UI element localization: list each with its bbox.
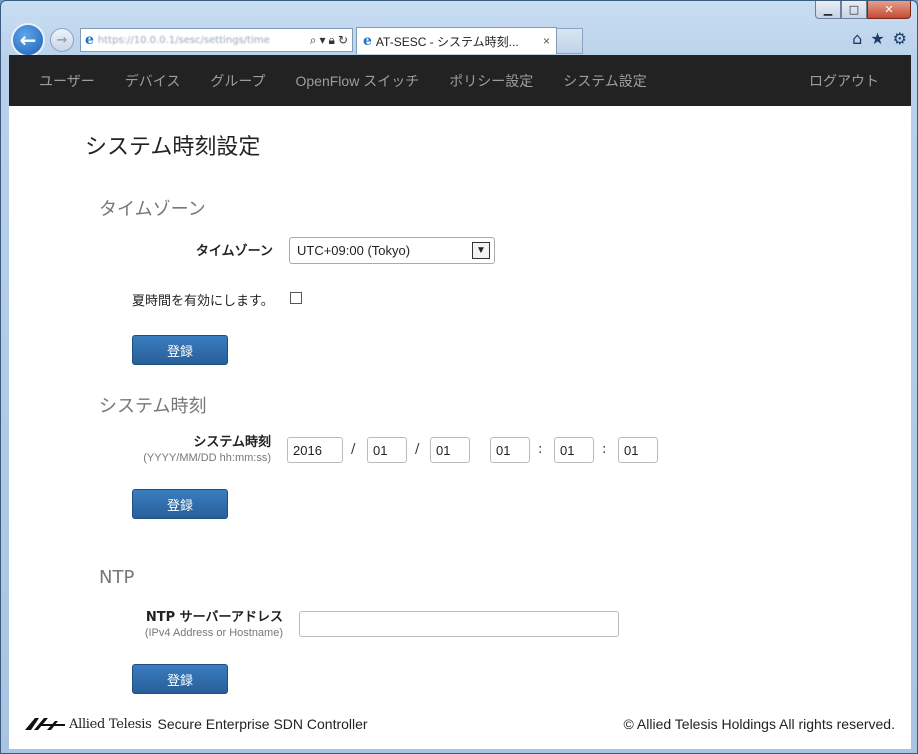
timezone-label: タイムゾーン [195,244,273,259]
systime-label: システム時刻 [193,435,271,450]
browser-tools: ⌂ ★ ⚙ [852,29,907,48]
page-viewport: ユーザー デバイス グループ OpenFlow スイッチ ポリシー設定 システム… [9,55,911,749]
timezone-selected-value: UTC+09:00 (Tokyo) [297,243,411,258]
favorites-star-icon[interactable]: ★ [870,29,884,48]
timezone-select[interactable]: UTC+09:00 (Tokyo) ▼ [289,237,495,264]
tab-title: AT-SESC - システム時刻... [375,34,519,49]
lock-icon[interactable]: 🔒︎ [329,33,335,48]
ntp-format-hint: (IPv4 Address or Hostname) [144,627,283,639]
maximize-button[interactable]: □ [841,1,867,19]
browser-window: ▁ □ ✕ ← → e https://10.0.0.1/sesc/settin… [0,0,918,754]
arrow-right-icon: → [56,32,68,48]
minute-input[interactable]: 01 [554,437,594,463]
home-icon[interactable]: ⌂ [852,29,862,48]
dst-checkbox[interactable] [290,292,302,304]
nav-item-users[interactable]: ユーザー [9,71,110,91]
copyright-text: © Allied Telesis Holdings All rights res… [623,716,895,732]
systime-submit-button[interactable]: 登録 [132,489,228,519]
arrow-left-icon: ← [19,28,37,52]
ntp-section-title: NTP [99,567,135,588]
ntp-submit-button[interactable]: 登録 [132,664,228,694]
close-window-button[interactable]: ✕ [867,1,911,19]
address-bar[interactable]: e https://10.0.0.1/sesc/settings/time ⌕ … [80,28,353,52]
page-title: システム時刻設定 [85,135,261,160]
close-tab-icon[interactable]: × [543,34,550,48]
day-input[interactable]: 01 [430,437,470,463]
dst-label: 夏時間を有効にします。 [132,294,274,309]
timezone-section-title: タイムゾーン [99,199,206,220]
ie-logo-icon: e [363,33,372,49]
logo-text: Allied Telesis [69,716,152,732]
ie-logo-icon: e [85,32,94,48]
nav-item-devices[interactable]: デバイス [110,71,196,91]
nav-item-openflow-switch[interactable]: OpenFlow スイッチ [281,71,435,91]
ntp-server-input[interactable] [299,611,619,637]
page-footer: Allied Telesis Secure Enterprise SDN Con… [9,709,911,739]
systime-section-title: システム時刻 [99,396,207,417]
allied-telesis-logo: Allied Telesis [25,717,152,732]
timezone-submit-button[interactable]: 登録 [132,335,228,365]
window-controls: ▁ □ ✕ [815,1,911,19]
minimize-button[interactable]: ▁ [815,1,841,19]
systime-format-hint: (YYYY/MM/DD hh:mm:ss) [143,452,271,464]
forward-button[interactable]: → [50,28,74,52]
nav-item-policy[interactable]: ポリシー設定 [434,71,548,91]
hour-input[interactable]: 01 [490,437,530,463]
time-separator: : [538,442,543,457]
ntp-label: NTP サーバーアドレス [145,610,283,625]
date-separator: / [415,442,420,457]
back-button[interactable]: ← [11,23,45,57]
chevron-down-icon: ▼ [472,242,490,259]
allied-telesis-logo-icon [25,718,65,730]
logout-link[interactable]: ログアウト [794,71,911,91]
gear-icon[interactable]: ⚙ [893,29,907,48]
address-url[interactable]: https://10.0.0.1/sesc/settings/time [98,35,307,46]
top-navbar: ユーザー デバイス グループ OpenFlow スイッチ ポリシー設定 システム… [9,55,911,106]
date-separator: / [351,442,356,457]
nav-item-groups[interactable]: グループ [195,71,280,91]
month-input[interactable]: 01 [367,437,407,463]
year-input[interactable]: 2016 [287,437,343,463]
nav-item-system[interactable]: システム設定 [548,71,662,91]
product-name: Secure Enterprise SDN Controller [157,716,368,732]
new-tab-button[interactable] [557,28,583,54]
refresh-icon[interactable]: ↻ [338,33,348,47]
dropdown-icon[interactable]: ▾ [320,33,326,47]
search-icon[interactable]: ⌕ [310,33,317,48]
time-separator: : [602,442,607,457]
browser-tab[interactable]: e AT-SESC - システム時刻... × [356,27,557,54]
second-input[interactable]: 01 [618,437,658,463]
